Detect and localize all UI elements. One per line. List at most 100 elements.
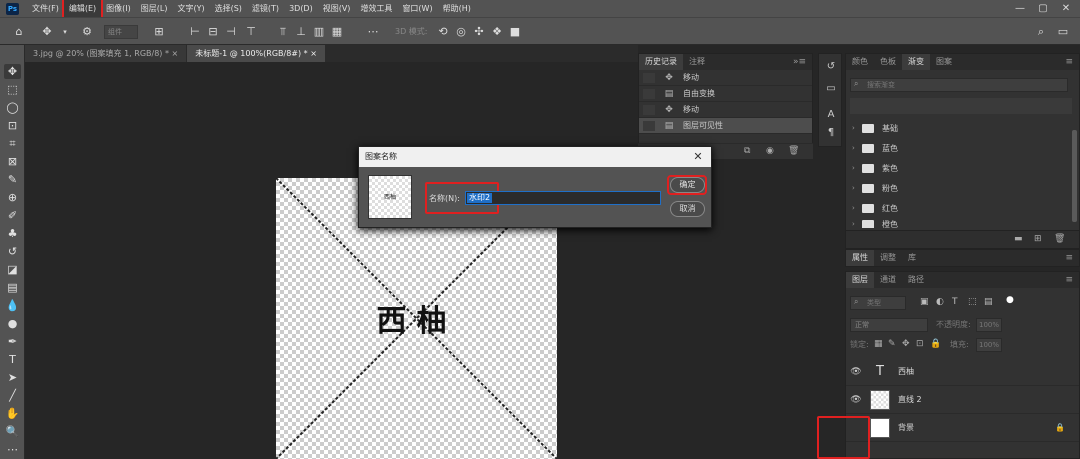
opacity-input[interactable]: 100% — [976, 318, 1002, 332]
roll-icon[interactable]: ◎ — [454, 25, 468, 39]
history-item-current[interactable]: ▤ 图层可见性 — [639, 118, 812, 134]
more-options-icon[interactable]: ⋯ — [366, 25, 380, 39]
home-icon[interactable]: ⌂ — [12, 25, 26, 39]
align-right-icon[interactable]: ⊣ — [224, 25, 238, 39]
ok-button[interactable]: 确定 — [670, 177, 705, 193]
search-icon[interactable]: ⌕ — [1034, 25, 1048, 39]
move-tool-icon[interactable]: ✥ — [40, 25, 54, 39]
eye-icon[interactable]: 👁 — [846, 367, 866, 377]
minimize-button[interactable]: — — [1009, 0, 1031, 17]
paragraph-icon[interactable]: ¶ — [823, 126, 839, 140]
menu-type[interactable]: 文字(Y) — [172, 0, 209, 17]
auto-select-field[interactable]: 组件 — [104, 25, 138, 39]
menu-window[interactable]: 窗口(W) — [397, 0, 437, 17]
tab-channels[interactable]: 通道 — [874, 272, 902, 288]
distribute-icon[interactable]: ▥ — [312, 25, 326, 39]
new-gradient-icon[interactable]: ⊞ — [1034, 234, 1042, 244]
adjustment-filter-icon[interactable]: ◐ — [936, 297, 944, 307]
new-document-from-state-icon[interactable]: ⧉ — [744, 146, 750, 156]
filter-toggle-icon[interactable]: ● — [1006, 295, 1014, 305]
menu-select[interactable]: 选择(S) — [210, 0, 247, 17]
history-item[interactable]: ✥ 移动 — [639, 102, 812, 118]
close-tab-icon[interactable]: × — [310, 49, 317, 58]
menu-image[interactable]: 图像(I) — [101, 0, 136, 17]
snapshot-camera-icon[interactable]: ◉ — [766, 146, 774, 156]
panel-menu-icon[interactable]: ≡ — [1065, 57, 1079, 67]
pen-tool-icon[interactable]: ✒ — [4, 334, 21, 349]
panel-menu-icon[interactable]: ≡ — [1065, 253, 1079, 263]
zoom-tool-icon[interactable]: 🔍 — [4, 424, 21, 439]
folder-row[interactable]: › 紫色 — [852, 161, 898, 175]
move-tool-icon[interactable]: ✥ — [4, 64, 21, 79]
crop-tool-icon[interactable]: ⌗ — [4, 136, 21, 151]
transform-controls-icon[interactable]: ⊞ — [152, 25, 166, 39]
history-item[interactable]: ✥ 移动 — [639, 70, 812, 86]
object-select-tool-icon[interactable]: ⊡ — [4, 118, 21, 133]
scrollbar[interactable] — [1072, 130, 1077, 222]
align-bottom-icon[interactable]: ⊥ — [294, 25, 308, 39]
layer-row[interactable]: 👁 T 西柚 — [846, 358, 1079, 386]
menu-file[interactable]: 文件(F) — [27, 0, 64, 17]
menu-filter[interactable]: 滤镜(T) — [247, 0, 284, 17]
lock-artboard-icon[interactable]: ⊡ — [916, 339, 924, 349]
tab-notes[interactable]: 注释 — [683, 54, 711, 70]
eye-icon[interactable]: 👁 — [846, 395, 866, 405]
menu-layer[interactable]: 图层(L) — [136, 0, 173, 17]
tab-document-1[interactable]: 3.jpg @ 20% (图案填充 1, RGB/8) * × — [25, 45, 187, 62]
dialog-close-button[interactable]: ✕ — [691, 147, 705, 167]
history-panel-icon[interactable]: ↺ — [823, 60, 839, 74]
trash-icon[interactable]: 🗑 — [1054, 234, 1065, 244]
lasso-tool-icon[interactable]: ◯ — [4, 100, 21, 115]
cancel-button[interactable]: 取消 — [670, 201, 705, 217]
gradient-search-input[interactable]: 搜索渐变 — [850, 78, 1068, 92]
tab-patterns[interactable]: 图案 — [930, 54, 958, 70]
align-left-icon[interactable]: ⊢ — [188, 25, 202, 39]
folder-row[interactable]: › 蓝色 — [852, 141, 898, 155]
video-camera-icon[interactable]: ■ — [508, 25, 522, 39]
panel-menu-icon[interactable]: ≡ — [1065, 275, 1079, 285]
healing-brush-icon[interactable]: ⊕ — [4, 190, 21, 205]
tab-swatches[interactable]: 色板 — [874, 54, 902, 70]
folder-row[interactable]: › 粉色 — [852, 181, 898, 195]
distribute-h-icon[interactable]: ▦ — [330, 25, 344, 39]
dodge-tool-icon[interactable]: ● — [4, 316, 21, 331]
eraser-tool-icon[interactable]: ◪ — [4, 262, 21, 277]
pan-icon[interactable]: ✣ — [472, 25, 486, 39]
pixel-filter-icon[interactable]: ▣ — [920, 297, 929, 307]
lock-all-icon[interactable]: 🔒 — [930, 339, 941, 349]
chevron-down-icon[interactable]: ▾ — [58, 25, 72, 39]
tab-adjustments[interactable]: 调整 — [874, 250, 902, 266]
fill-input[interactable]: 100% — [976, 338, 1002, 352]
comments-icon[interactable]: ▭ — [823, 82, 839, 96]
maximize-button[interactable]: ▢ — [1032, 0, 1054, 17]
layer-row[interactable]: 背景 🔒 — [846, 414, 1079, 442]
eyedropper-tool-icon[interactable]: ✎ — [4, 172, 21, 187]
lock-image-icon[interactable]: ✎ — [888, 339, 896, 349]
tab-history[interactable]: 历史记录 — [639, 54, 683, 70]
blend-mode-select[interactable]: 正常 — [850, 318, 928, 332]
shape-filter-icon[interactable]: ⬚ — [968, 297, 977, 307]
hand-tool-icon[interactable]: ✋ — [4, 406, 21, 421]
clone-stamp-icon[interactable]: ♣ — [4, 226, 21, 241]
align-vcenter-icon[interactable]: ⫪ — [276, 25, 290, 39]
close-window-button[interactable]: ✕ — [1055, 0, 1077, 17]
tab-properties[interactable]: 属性 — [846, 250, 874, 266]
orbit-icon[interactable]: ⟲ — [436, 25, 450, 39]
brush-tool-icon[interactable]: ✐ — [4, 208, 21, 223]
align-center-icon[interactable]: ⊟ — [206, 25, 220, 39]
tab-libraries[interactable]: 库 — [902, 250, 922, 266]
gradient-tool-icon[interactable]: ▤ — [4, 280, 21, 295]
blur-tool-icon[interactable]: 💧 — [4, 298, 21, 313]
type-filter-icon[interactable]: T — [952, 297, 958, 307]
tab-gradients[interactable]: 渐变 — [902, 54, 930, 70]
layer-row[interactable]: 👁 直线 2 — [846, 386, 1079, 414]
close-tab-icon[interactable]: × — [172, 49, 179, 58]
history-brush-icon[interactable]: ↺ — [4, 244, 21, 259]
menu-view[interactable]: 视图(V) — [318, 0, 356, 17]
align-top-icon[interactable]: ⊤ — [244, 25, 258, 39]
trash-icon[interactable]: 🗑 — [788, 146, 799, 156]
tab-paths[interactable]: 路径 — [902, 272, 930, 288]
menu-plugins[interactable]: 增效工具 — [355, 0, 397, 17]
lock-position-icon[interactable]: ✥ — [902, 339, 910, 349]
frame-tool-icon[interactable]: ⊠ — [4, 154, 21, 169]
